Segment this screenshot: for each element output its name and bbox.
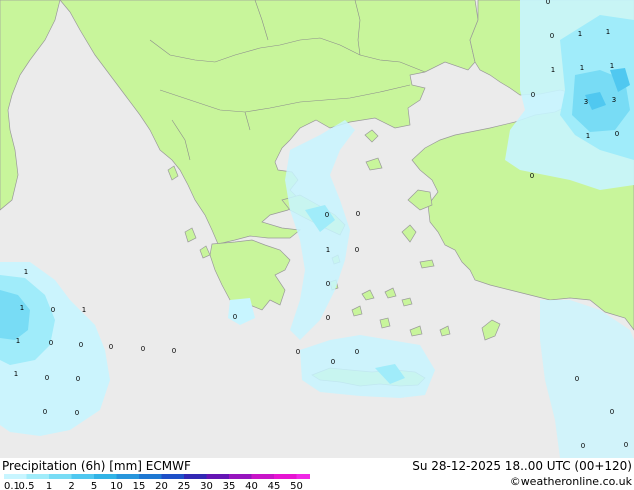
precip-value: 1 bbox=[610, 62, 614, 70]
precip-value: 0 bbox=[355, 246, 359, 254]
precip-value: 0 bbox=[615, 130, 619, 138]
legend-swatch bbox=[161, 474, 184, 479]
precip-value: 0 bbox=[331, 358, 335, 366]
precip-value: 0 bbox=[43, 408, 47, 416]
precip-value: 0 bbox=[79, 341, 83, 349]
precip-value: 0 bbox=[172, 347, 176, 355]
precip-value: 0 bbox=[326, 314, 330, 322]
precip-value: 0 bbox=[51, 306, 55, 314]
legend-swatch bbox=[116, 474, 139, 479]
precip-value: 1 bbox=[578, 30, 582, 38]
precip-value: 0 bbox=[610, 408, 614, 416]
precip-value: 0 bbox=[581, 442, 585, 450]
legend-swatch bbox=[71, 474, 94, 479]
legend-swatch bbox=[206, 474, 229, 479]
precip-value: 0 bbox=[326, 280, 330, 288]
precip-value: 0 bbox=[624, 441, 628, 449]
precip-value: 0 bbox=[550, 32, 554, 40]
legend-tick-label: 35 bbox=[223, 481, 236, 490]
legend-swatch bbox=[139, 474, 162, 479]
precip-value: 0 bbox=[233, 313, 237, 321]
precip-value: 0 bbox=[531, 91, 535, 99]
precip-value: 1 bbox=[82, 306, 86, 314]
legend-swatch bbox=[49, 474, 72, 479]
precip-value: 1 bbox=[606, 28, 610, 36]
legend-tick-label: 20 bbox=[155, 481, 168, 490]
legend-tick-label: 1 bbox=[46, 481, 52, 490]
legend-swatch bbox=[26, 474, 49, 479]
precipitation-map: 0 0 1 1 1 1 0 1 3 3 1 0 0 0 1 0 0 0 0 0 0 1 1 0 1 1 0 0 0 0 0 1 0 0 0 0 0 0 0 0… bbox=[0, 0, 634, 458]
precip-value: 0 bbox=[45, 374, 49, 382]
precip-value: 0 bbox=[76, 375, 80, 383]
precip-value: 1 bbox=[14, 370, 18, 378]
legend-tick-label: 30 bbox=[200, 481, 213, 490]
legend-swatch bbox=[251, 474, 274, 479]
precip-value: 1 bbox=[580, 64, 584, 72]
precip-value: 0 bbox=[356, 210, 360, 218]
legend-colorbar: 0.10.5 1 2 5 10 15 20 25 30 35 40 45 50 bbox=[4, 474, 310, 490]
legend-tick-label: 2 bbox=[68, 481, 74, 490]
legend-tick-label: 40 bbox=[245, 481, 258, 490]
precip-value: 0 bbox=[109, 343, 113, 351]
legend-tick-label: 45 bbox=[268, 481, 281, 490]
precip-value: 0 bbox=[546, 0, 550, 6]
legend-swatch bbox=[274, 474, 297, 479]
precip-value: 1 bbox=[20, 304, 24, 312]
legend-tick-label: 50 bbox=[290, 481, 303, 490]
legend-tick-label: 10 bbox=[110, 481, 123, 490]
legend-tick-label: 25 bbox=[178, 481, 191, 490]
precip-value: 1 bbox=[551, 66, 555, 74]
precip-value: 0 bbox=[49, 339, 53, 347]
legend-swatch bbox=[184, 474, 207, 479]
precip-value: 0 bbox=[141, 345, 145, 353]
precip-value: 0 bbox=[530, 172, 534, 180]
legend-tick-label: 0.5 bbox=[19, 481, 35, 490]
legend-tick-label: 5 bbox=[91, 481, 97, 490]
precip-value: 3 bbox=[584, 98, 588, 106]
legend-swatch bbox=[296, 474, 310, 479]
precip-value: 1 bbox=[586, 132, 590, 140]
precip-value: 0 bbox=[296, 348, 300, 356]
legend-swatch bbox=[94, 474, 117, 479]
precip-value: 1 bbox=[326, 246, 330, 254]
precip-value: 3 bbox=[612, 96, 616, 104]
precip-value: 1 bbox=[16, 337, 20, 345]
forecast-datetime: Su 28-12-2025 18..00 UTC (00+120) bbox=[412, 459, 632, 473]
credit: ©weatheronline.co.uk bbox=[509, 475, 632, 488]
footer: Precipitation (6h) [mm] ECMWF Su 28-12-2… bbox=[0, 458, 634, 490]
precip-value: 0 bbox=[75, 409, 79, 417]
map-title: Precipitation (6h) [mm] ECMWF bbox=[2, 459, 191, 473]
precip-value: 0 bbox=[325, 211, 329, 219]
legend-tick-label: 15 bbox=[133, 481, 146, 490]
legend-swatch bbox=[229, 474, 252, 479]
legend-swatch bbox=[4, 474, 27, 479]
precip-value: 0 bbox=[355, 348, 359, 356]
precip-value: 1 bbox=[24, 268, 28, 276]
legend-tick-label: 0.1 bbox=[4, 481, 20, 490]
precip-value: 0 bbox=[575, 375, 579, 383]
